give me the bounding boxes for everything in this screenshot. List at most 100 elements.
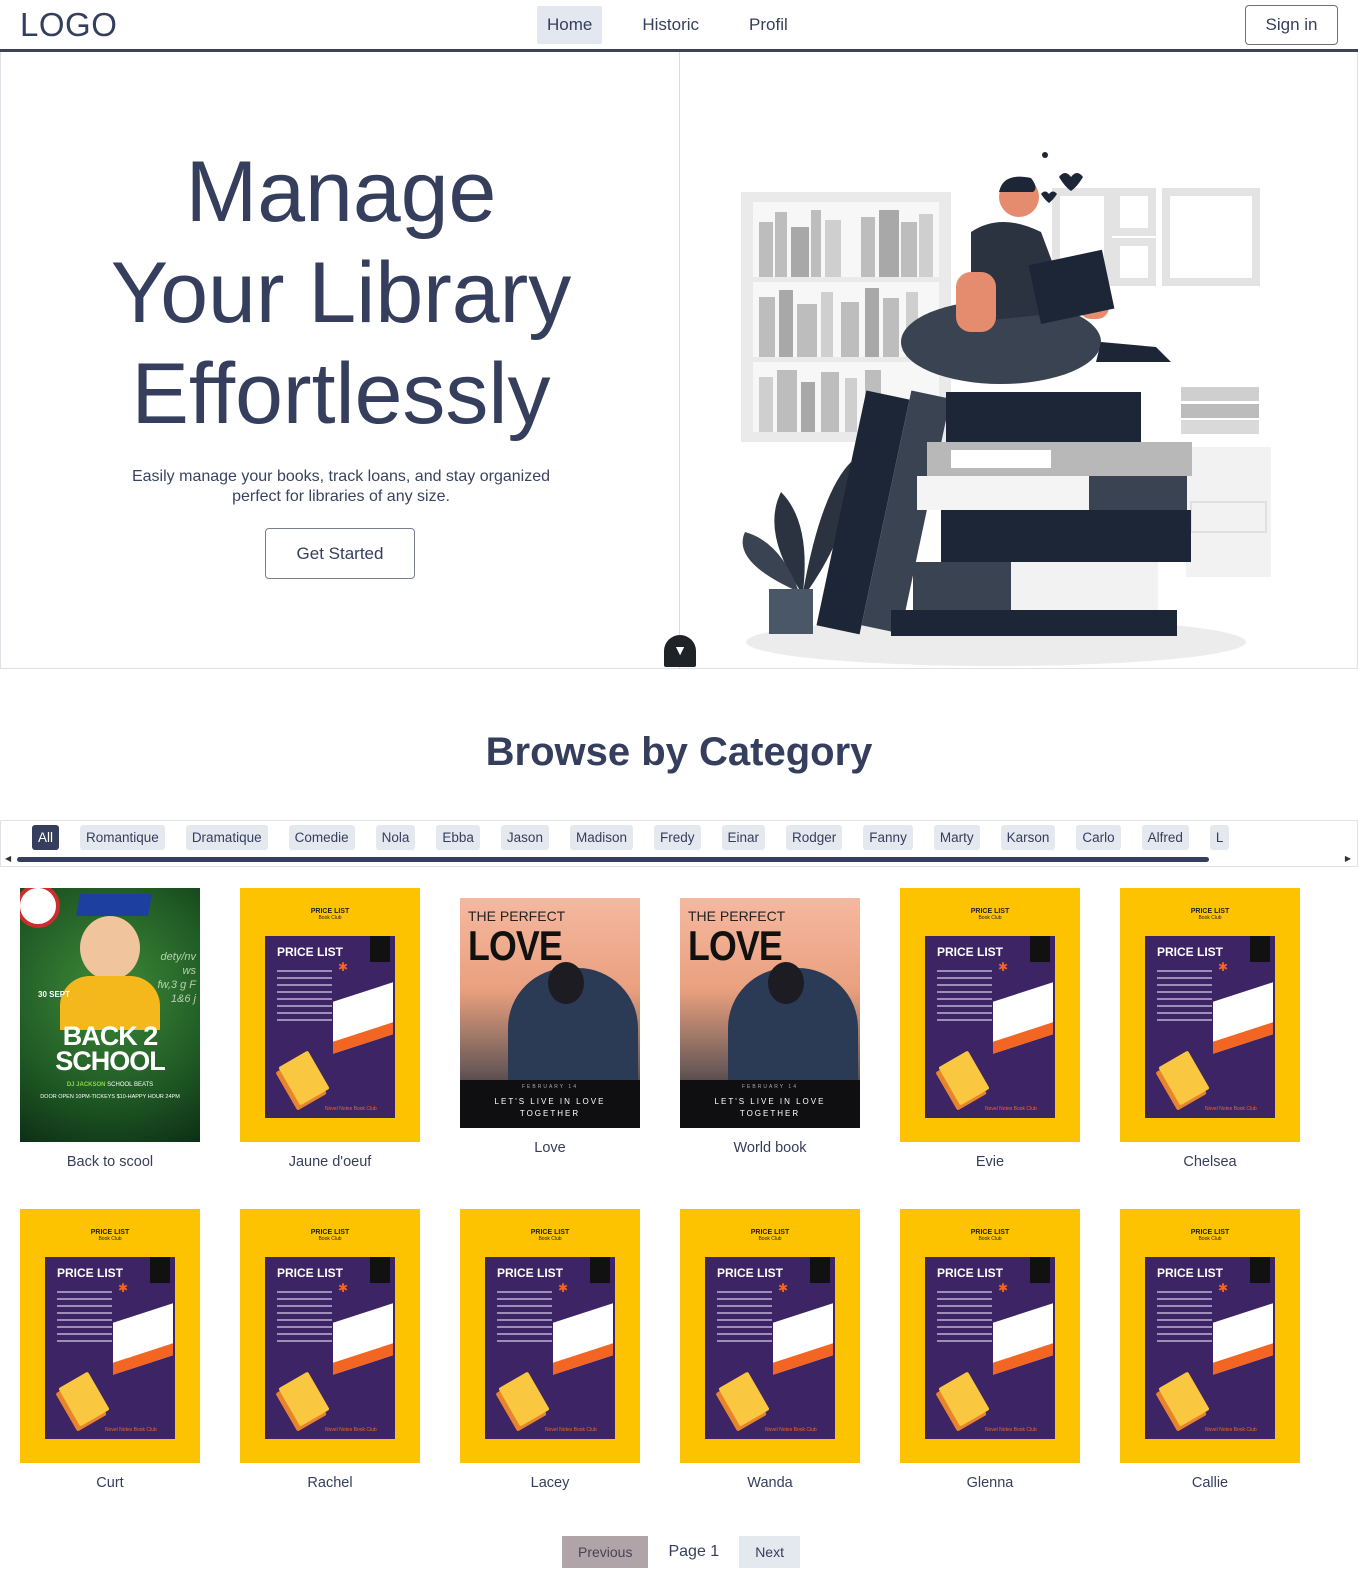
star-icon: ✱ bbox=[998, 960, 1009, 974]
scroll-down-button[interactable]: ▼ bbox=[664, 635, 696, 667]
book-cover-price-list: PRICE LIST Book Club PRICE LIST ✱ Novel N… bbox=[240, 1209, 420, 1463]
book-card[interactable]: THE PERFECT LOVE FEBRUARY 14 LET'S LIVE … bbox=[680, 898, 860, 1156]
cover-header: PRICE LIST Book Club bbox=[900, 1229, 1080, 1242]
book-card[interactable]: PRICE LIST Book Club PRICE LIST ✱ Novel N… bbox=[240, 1209, 420, 1491]
ribbon-icon bbox=[1250, 936, 1270, 962]
cover-footer: Novel Notes Book Club bbox=[985, 1106, 1037, 1112]
nav-historic[interactable]: Historic bbox=[632, 6, 709, 44]
star-icon: ✱ bbox=[778, 1281, 789, 1295]
open-book-icon bbox=[993, 1303, 1053, 1375]
book-icon bbox=[1158, 1371, 1210, 1427]
hero-subtitle: Easily manage your books, track loans, a… bbox=[101, 467, 581, 507]
book-card[interactable]: PRICE LIST Book Club PRICE LIST ✱ Novel N… bbox=[900, 1209, 1080, 1491]
category-chip[interactable]: Ebba bbox=[436, 825, 480, 850]
cover-header: PRICE LIST Book Club bbox=[1120, 1229, 1300, 1242]
alarm-clock-icon bbox=[20, 888, 60, 928]
pagination: Previous Page 1 Next bbox=[562, 1536, 800, 1568]
book-card[interactable]: PRICE LIST Book Club PRICE LIST ✱ Novel N… bbox=[20, 1209, 200, 1491]
book-card[interactable]: PRICE LIST Book Club PRICE LIST ✱ Novel N… bbox=[460, 1209, 640, 1491]
category-chip[interactable]: Fredy bbox=[653, 825, 701, 850]
cover-panel-title: PRICE LIST bbox=[57, 1266, 124, 1280]
category-chip-all[interactable]: All bbox=[32, 825, 60, 850]
category-chip[interactable]: Nola bbox=[375, 825, 416, 850]
cover-slogan-line: TOGETHER bbox=[519, 1109, 581, 1118]
nav-home[interactable]: Home bbox=[537, 6, 603, 44]
book-card[interactable]: PRICE LIST Book Club PRICE LIST ✱ Novel N… bbox=[240, 888, 420, 1170]
book-icon bbox=[58, 1371, 110, 1427]
couple-head bbox=[768, 962, 804, 1004]
category-chips: All Romantique Dramatique Comedie Nola E… bbox=[32, 825, 1250, 850]
ribbon-icon bbox=[590, 1257, 610, 1283]
book-title: Evie bbox=[975, 1154, 1005, 1170]
logo[interactable]: LOGO bbox=[20, 6, 117, 44]
chevron-down-icon: ▼ bbox=[673, 642, 687, 658]
scroll-left-icon[interactable]: ◀ bbox=[5, 854, 11, 863]
book-title: Chelsea bbox=[1183, 1154, 1237, 1170]
cover-panel: PRICE LIST ✱ Novel Notes Book Club bbox=[265, 936, 395, 1118]
book-card[interactable]: PRICE LIST Book Club PRICE LIST ✱ Novel N… bbox=[680, 1209, 860, 1491]
open-book-icon bbox=[1213, 1303, 1273, 1375]
category-chip[interactable]: Einar bbox=[721, 825, 766, 850]
book-icon bbox=[498, 1371, 550, 1427]
cover-footer: Novel Notes Book Club bbox=[105, 1427, 157, 1433]
book-cover-love: THE PERFECT LOVE FEBRUARY 14 LET'S LIVE … bbox=[460, 898, 640, 1128]
cover-lines bbox=[277, 970, 332, 1026]
next-button[interactable]: Next bbox=[739, 1536, 800, 1568]
cover-date: 30 SEPT bbox=[38, 990, 71, 999]
category-chip[interactable]: Comedie bbox=[288, 825, 355, 850]
category-chip[interactable]: Rodger bbox=[786, 825, 843, 850]
category-chip[interactable]: Alfred bbox=[1141, 825, 1189, 850]
horizontal-scrollbar[interactable] bbox=[17, 857, 1209, 862]
open-book-icon bbox=[333, 982, 393, 1054]
book-icon bbox=[278, 1371, 330, 1427]
category-chip[interactable]: Carlo bbox=[1076, 825, 1121, 850]
open-book-icon bbox=[1213, 982, 1273, 1054]
book-card[interactable]: PRICE LIST Book Club PRICE LIST ✱ Novel N… bbox=[900, 888, 1080, 1170]
ribbon-icon bbox=[1030, 1257, 1050, 1283]
open-book-icon bbox=[993, 982, 1053, 1054]
cover-panel-title: PRICE LIST bbox=[937, 1266, 1004, 1280]
cover-header-text: PRICE LIST bbox=[90, 1229, 130, 1236]
book-card[interactable]: PRICE LIST Book Club PRICE LIST ✱ Novel N… bbox=[1120, 888, 1300, 1170]
cover-dj-name: DJ JACKSON bbox=[66, 1082, 106, 1088]
category-chip[interactable]: Jason bbox=[500, 825, 549, 850]
category-chip[interactable]: Marty bbox=[933, 825, 980, 850]
book-card[interactable]: PRICE LIST Book Club PRICE LIST ✱ Novel N… bbox=[1120, 1209, 1300, 1491]
nav-profil[interactable]: Profil bbox=[739, 6, 798, 44]
hero-section: Manage Your Library Effortlessly Easily … bbox=[0, 52, 1358, 669]
open-book-icon bbox=[113, 1303, 173, 1375]
hero-subtitle-line: Easily manage your books, track loans, a… bbox=[131, 468, 550, 485]
category-chip[interactable]: Karson bbox=[1000, 825, 1056, 850]
scroll-right-icon[interactable]: ▶ bbox=[1345, 854, 1351, 863]
book-title: World book bbox=[733, 1140, 807, 1156]
cover-panel-title: PRICE LIST bbox=[1157, 1266, 1224, 1280]
cover-footer: Novel Notes Book Club bbox=[325, 1427, 377, 1433]
get-started-button[interactable]: Get Started bbox=[265, 528, 415, 579]
category-chip[interactable]: Fanny bbox=[863, 825, 913, 850]
category-chip[interactable]: L bbox=[1209, 825, 1230, 850]
cover-footer: Novel Notes Book Club bbox=[765, 1427, 817, 1433]
ribbon-icon bbox=[370, 936, 390, 962]
star-icon: ✱ bbox=[1218, 1281, 1229, 1295]
cover-door: DOOR OPEN 10PM-TICKEYS $10-HAPPY HOUR 24… bbox=[40, 1094, 180, 1100]
cover-header: PRICE LIST Book Club bbox=[1120, 908, 1300, 921]
cover-slogan-line: LET'S LIVE IN LOVE bbox=[714, 1097, 826, 1106]
top-navbar: LOGO Home Historic Profil Sign in bbox=[0, 0, 1358, 52]
book-card[interactable]: dety/nv ws fw,3 g F 1&6 j 30 SEPT BACK 2 SC… bbox=[20, 888, 200, 1170]
cover-header-text: PRICE LIST bbox=[970, 1229, 1010, 1236]
cover-header-text: PRICE LIST bbox=[970, 908, 1010, 915]
category-chip[interactable]: Romantique bbox=[80, 825, 165, 850]
star-icon: ✱ bbox=[1218, 960, 1229, 974]
sign-in-button[interactable]: Sign in bbox=[1245, 5, 1338, 45]
category-bar: All Romantique Dramatique Comedie Nola E… bbox=[0, 820, 1358, 867]
previous-button[interactable]: Previous bbox=[562, 1536, 649, 1568]
cover-panel-title: PRICE LIST bbox=[497, 1266, 564, 1280]
cover-line2: LOVE bbox=[688, 922, 783, 969]
category-chip[interactable]: Madison bbox=[569, 825, 633, 850]
cover-header: PRICE LIST Book Club bbox=[240, 1229, 420, 1242]
category-chip[interactable]: Dramatique bbox=[185, 825, 268, 850]
browse-title: Browse by Category bbox=[485, 730, 873, 774]
cover-lines bbox=[277, 1291, 332, 1347]
book-card[interactable]: THE PERFECT LOVE FEBRUARY 14 LET'S LIVE … bbox=[460, 898, 640, 1156]
hero-divider bbox=[679, 52, 680, 669]
